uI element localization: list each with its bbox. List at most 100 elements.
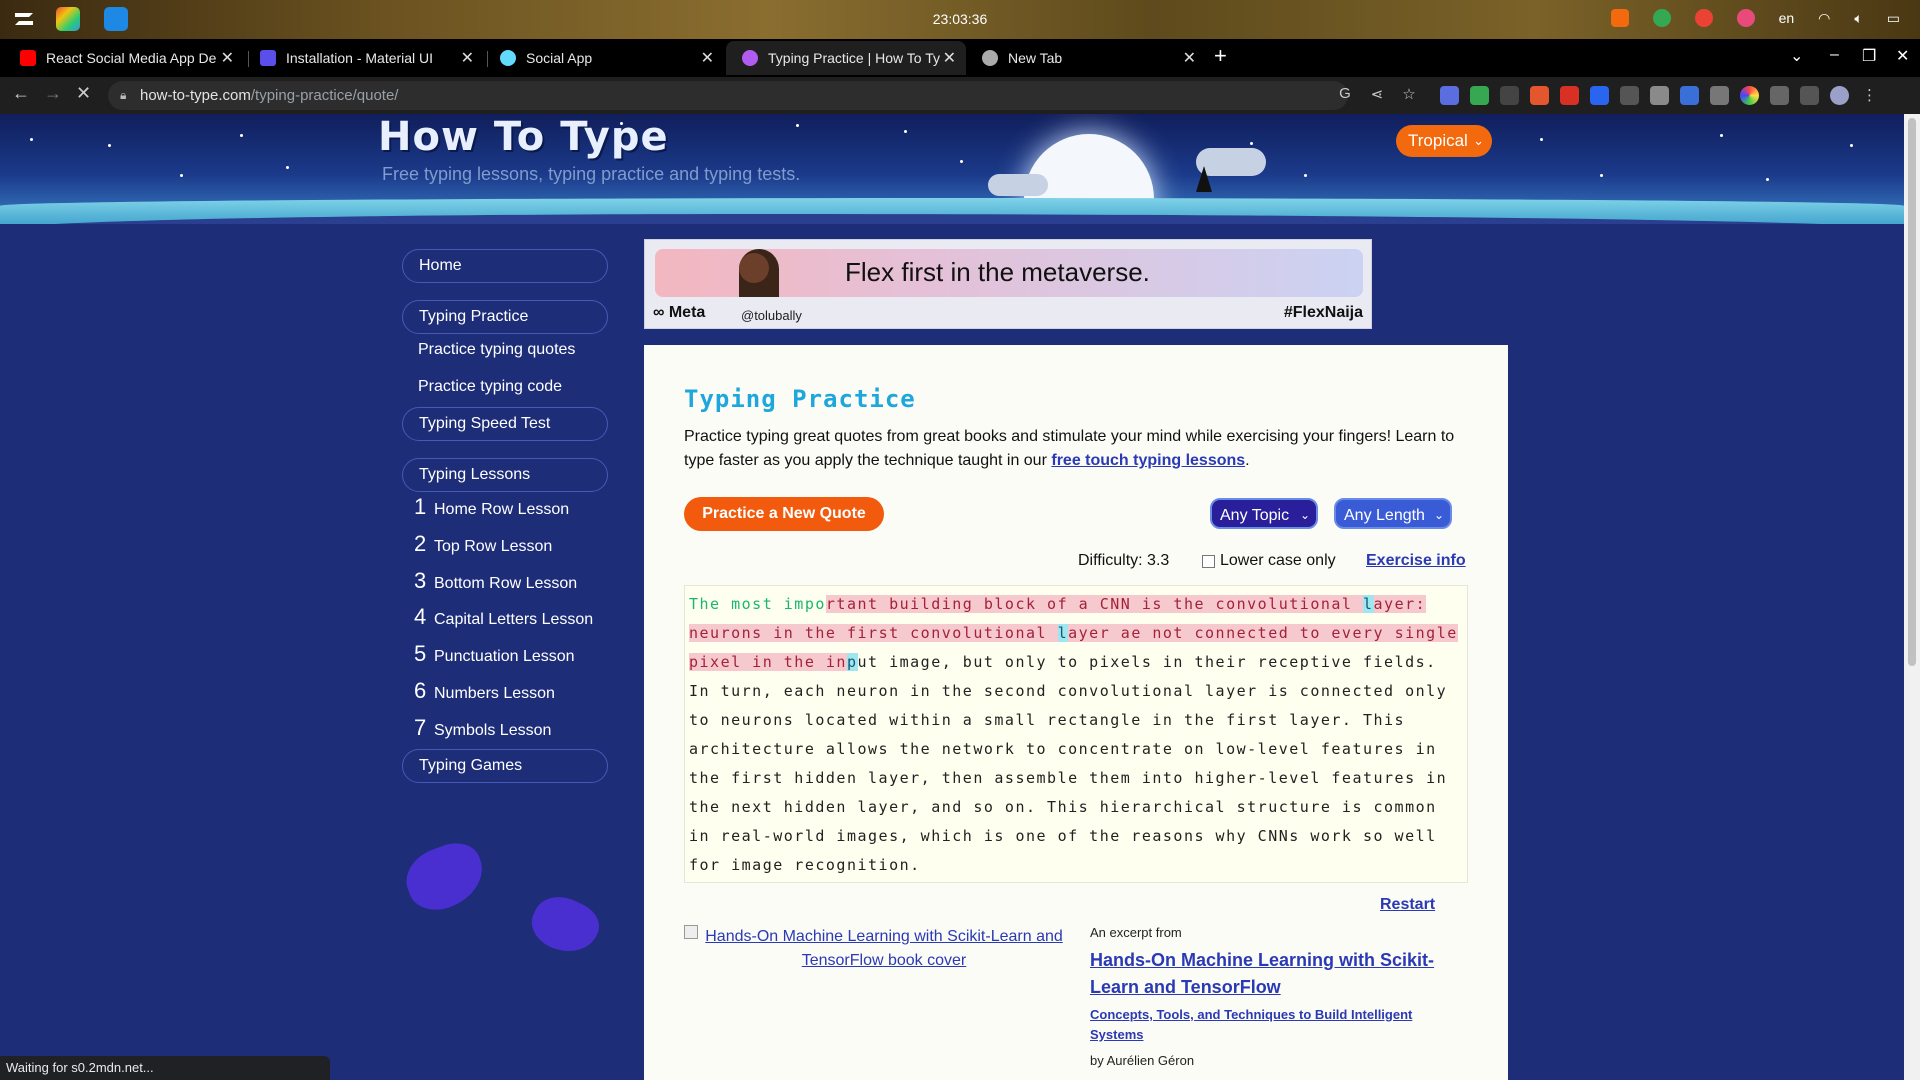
lesson-number: 1 bbox=[414, 494, 427, 519]
tab-title: New Tab bbox=[1008, 50, 1063, 66]
ext-pen-icon[interactable] bbox=[1500, 86, 1519, 105]
side-panel-icon[interactable] bbox=[1800, 86, 1819, 105]
lesson-number: 4 bbox=[414, 604, 427, 629]
scrollbar-thumb[interactable] bbox=[1908, 118, 1916, 666]
site-header: How To Type Free typing lessons, typing … bbox=[0, 114, 1904, 224]
lesson-label: Punctuation Lesson bbox=[434, 648, 575, 665]
chevron-down-icon: ⌄ bbox=[1433, 508, 1444, 522]
topic-select-value: Any Topic bbox=[1220, 507, 1290, 524]
ext-colors-icon[interactable] bbox=[1740, 86, 1759, 105]
ext-shield-icon[interactable] bbox=[1650, 86, 1669, 105]
tab-strip: React Social Media App Des ✕ Installatio… bbox=[0, 39, 1920, 77]
length-select[interactable]: Any Length ⌄ bbox=[1334, 498, 1452, 529]
book-title-link[interactable]: Hands-On Machine Learning with Scikit-Le… bbox=[1090, 947, 1480, 1001]
tray-app-icon[interactable] bbox=[1610, 9, 1629, 27]
tab-material-ui[interactable]: Installation - Material UI ✕ bbox=[244, 41, 484, 75]
restore-icon[interactable]: ❐ bbox=[1862, 46, 1876, 66]
lock-icon[interactable]: 🔒︎ bbox=[120, 81, 126, 110]
ext-css-icon[interactable] bbox=[1590, 86, 1609, 105]
lesson-item[interactable]: 2 Top Row Lesson bbox=[414, 531, 552, 557]
advertisement[interactable]: Flex first in the metaverse. ∞ Meta @tol… bbox=[644, 239, 1372, 329]
lesson-item[interactable]: 7 Symbols Lesson bbox=[414, 715, 551, 741]
lesson-number: 6 bbox=[414, 678, 427, 703]
address-bar[interactable]: 🔒︎ how-to-type.com/typing-practice/quote… bbox=[108, 81, 1348, 110]
wifi-icon[interactable]: ◠ bbox=[1818, 10, 1830, 27]
back-icon[interactable]: ← bbox=[12, 83, 30, 104]
nav-typing-games[interactable]: Typing Games bbox=[402, 749, 608, 783]
nav-home[interactable]: Home bbox=[402, 249, 608, 283]
close-tab-icon[interactable]: ✕ bbox=[701, 48, 714, 68]
profile-avatar[interactable] bbox=[1830, 86, 1849, 105]
site-logo[interactable]: How To Type bbox=[378, 114, 669, 160]
tab-new-tab[interactable]: New Tab ✕ bbox=[966, 41, 1206, 75]
topic-select[interactable]: Any Topic ⌄ bbox=[1210, 498, 1318, 529]
book-subtitle-link[interactable]: Concepts, Tools, and Techniques to Build… bbox=[1090, 1005, 1430, 1045]
close-window-icon[interactable]: ✕ bbox=[1896, 46, 1909, 66]
ext-html-icon[interactable] bbox=[1530, 86, 1549, 105]
tab-title: Social App bbox=[526, 50, 593, 66]
lesson-item[interactable]: 6 Numbers Lesson bbox=[414, 678, 555, 704]
lowercase-checkbox[interactable] bbox=[1202, 554, 1215, 568]
tab-typing-practice[interactable]: Typing Practice | How To Ty ✕ bbox=[726, 41, 966, 75]
ext-translate-icon[interactable] bbox=[1440, 86, 1459, 105]
book-cover-image[interactable]: Hands-On Machine Learning with Scikit-Le… bbox=[684, 925, 1064, 985]
ext-eyedropper-icon[interactable] bbox=[1710, 86, 1729, 105]
lesson-label: Symbols Lesson bbox=[434, 722, 552, 739]
close-tab-icon[interactable]: ✕ bbox=[1183, 48, 1196, 68]
chevron-down-icon: ⌄ bbox=[1473, 133, 1484, 148]
minimize-icon[interactable]: – bbox=[1830, 46, 1839, 64]
forward-icon[interactable]: → bbox=[44, 83, 62, 104]
extensions-puzzle-icon[interactable] bbox=[1770, 86, 1789, 105]
howtotype-icon bbox=[742, 50, 758, 66]
kebab-menu-icon[interactable]: ⋮ bbox=[1860, 86, 1879, 105]
lesson-item[interactable]: 1 Home Row Lesson bbox=[414, 494, 569, 520]
lesson-item[interactable]: 4 Capital Letters Lesson bbox=[414, 604, 593, 630]
close-tab-icon[interactable]: ✕ bbox=[221, 48, 234, 68]
nav-practice-quotes[interactable]: Practice typing quotes bbox=[418, 341, 575, 359]
ext-acrobat-icon[interactable] bbox=[1560, 86, 1579, 105]
tab-react-social[interactable]: React Social Media App Des ✕ bbox=[4, 41, 244, 75]
lesson-item[interactable]: 3 Bottom Row Lesson bbox=[414, 568, 577, 594]
book-cover-alt-text[interactable]: Hands-On Machine Learning with Scikit-Le… bbox=[704, 925, 1064, 973]
lesson-item[interactable]: 5 Punctuation Lesson bbox=[414, 641, 575, 667]
close-tab-icon[interactable]: ✕ bbox=[943, 48, 956, 68]
tab-social-app[interactable]: Social App ✕ bbox=[484, 41, 724, 75]
page-scrollbar[interactable] bbox=[1904, 114, 1920, 1080]
lesson-label: Home Row Lesson bbox=[434, 501, 570, 518]
mui-icon bbox=[260, 50, 276, 66]
free-lessons-link[interactable]: free touch typing lessons bbox=[1051, 452, 1245, 469]
ext-fonts-icon[interactable] bbox=[1680, 86, 1699, 105]
share-icon[interactable]: ⋖ bbox=[1367, 85, 1387, 105]
keyboard-lang[interactable]: en bbox=[1779, 10, 1795, 26]
tab-search-icon[interactable]: ⌄ bbox=[1790, 46, 1803, 66]
nav-typing-lessons[interactable]: Typing Lessons bbox=[402, 458, 608, 492]
system-tray: en ◠ 🔈︎ ▭ bbox=[1610, 9, 1900, 27]
nav-practice-code[interactable]: Practice typing code bbox=[418, 378, 562, 396]
close-tab-icon[interactable]: ✕ bbox=[461, 48, 474, 68]
ext-wappalyzer-icon[interactable] bbox=[1620, 86, 1639, 105]
star bbox=[1766, 178, 1769, 181]
star bbox=[1600, 174, 1603, 177]
nav-speed-test[interactable]: Typing Speed Test bbox=[402, 407, 608, 441]
lesson-label: Bottom Row Lesson bbox=[434, 575, 578, 592]
tray-status-icon[interactable] bbox=[1694, 9, 1713, 27]
tray-colorpick-icon[interactable] bbox=[1736, 9, 1755, 27]
restart-link[interactable]: Restart bbox=[1380, 896, 1435, 914]
nav-typing-practice[interactable]: Typing Practice bbox=[402, 300, 608, 334]
bookmark-star-icon[interactable]: ☆ bbox=[1399, 85, 1419, 105]
lowercase-toggle[interactable]: Lower case only bbox=[1202, 552, 1336, 570]
battery-icon[interactable]: ▭ bbox=[1887, 10, 1900, 27]
stop-icon[interactable]: ✕ bbox=[76, 83, 91, 104]
tray-chrome-icon[interactable] bbox=[1652, 9, 1671, 27]
new-tab-button[interactable]: + bbox=[1214, 43, 1227, 69]
exercise-info-link[interactable]: Exercise info bbox=[1366, 552, 1466, 570]
typed-correct: The most impo bbox=[689, 595, 826, 613]
new-quote-button[interactable]: Practice a New Quote bbox=[684, 497, 884, 531]
google-lens-icon[interactable]: G bbox=[1335, 85, 1355, 105]
ext-grid-icon[interactable] bbox=[1470, 86, 1489, 105]
typing-area[interactable]: The most important building block of a C… bbox=[684, 585, 1468, 883]
chevron-down-icon: ⌄ bbox=[1299, 508, 1310, 522]
volume-icon[interactable]: 🔈︎ bbox=[1854, 10, 1862, 27]
theme-select[interactable]: Tropical ⌄ bbox=[1396, 125, 1492, 157]
ad-headline: Flex first in the metaverse. bbox=[845, 257, 1150, 287]
